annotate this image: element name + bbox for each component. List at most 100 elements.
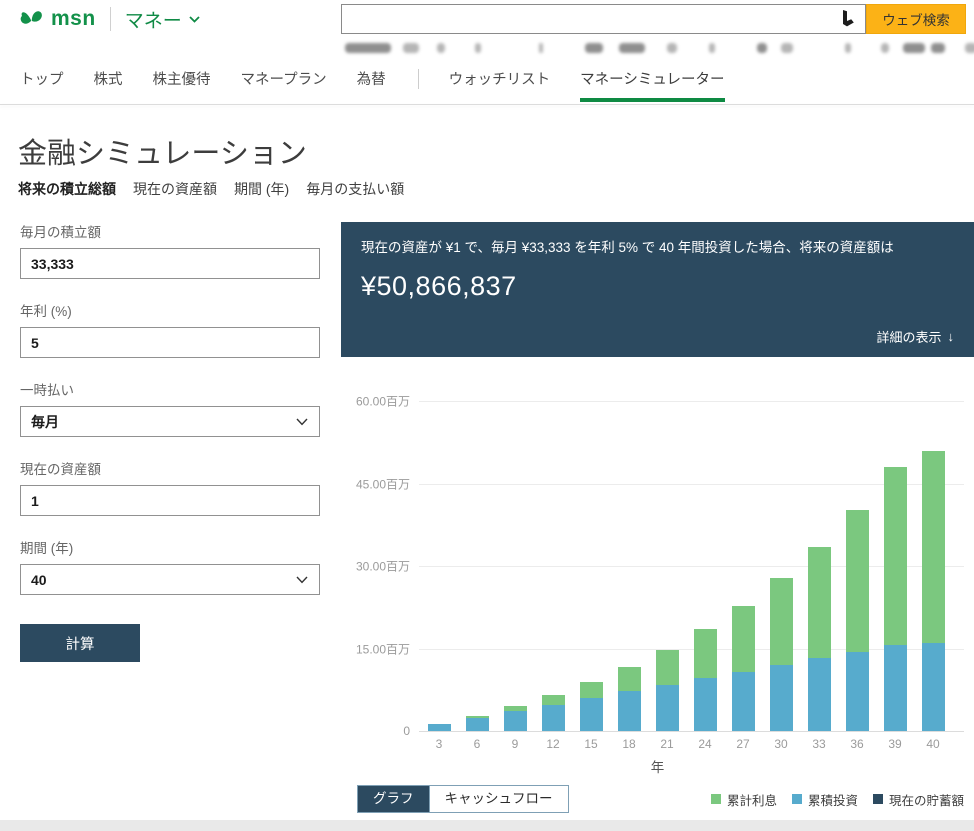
bar-year-39[interactable] (884, 467, 907, 731)
bar-year-9[interactable] (504, 706, 527, 731)
bar-year-40[interactable] (922, 451, 945, 731)
nav-item-5[interactable]: 為替 (357, 68, 386, 102)
bar-year-27[interactable] (732, 606, 755, 731)
gridline (419, 731, 964, 732)
bar-segment (884, 467, 907, 645)
x-axis-tick-label: 9 (495, 737, 535, 751)
simulation-input-form: 毎月の積立額年利 (%)一時払い毎月現在の資産額期間 (年)40計算 (20, 221, 320, 662)
subtab-1[interactable]: 将来の積立総額 (18, 179, 116, 199)
bar-segment (884, 645, 907, 731)
chart-tab-2[interactable]: キャッシュフロー (429, 786, 568, 812)
x-axis-tick-label: 40 (913, 737, 953, 751)
bar-segment (922, 451, 945, 643)
bar-year-33[interactable] (808, 547, 831, 731)
payment-frequency-label: 一時払い (20, 379, 320, 399)
bar-segment (846, 652, 869, 731)
bar-year-15[interactable] (580, 682, 603, 731)
y-axis-tick-label: 30.00百万 (356, 558, 410, 575)
result-summary: 現在の資産が ¥1 で、毎月 ¥33,333 を年利 5% で 40 年間投資し… (361, 239, 954, 258)
form-group-term-years: 期間 (年)40 (20, 537, 320, 595)
legend-label: 累積投資 (808, 790, 858, 809)
msn-butterfly-icon (18, 6, 45, 32)
nav-item-6[interactable]: ウォッチリスト (449, 68, 551, 102)
chevron-down-icon (189, 16, 200, 23)
bar-segment (922, 643, 945, 731)
nav-divider-line (0, 104, 974, 105)
bar-year-30[interactable] (770, 578, 793, 731)
chart-footer: グラフキャッシュフロー 累計利息 累積投資 現在の貯蓄額 (357, 785, 964, 813)
bar-year-21[interactable] (656, 650, 679, 731)
chart-tab-1[interactable]: グラフ (358, 786, 429, 812)
chevron-down-icon (296, 418, 308, 426)
annual-rate-input[interactable] (20, 327, 320, 358)
payment-frequency-select[interactable]: 毎月 (20, 406, 320, 437)
bar-segment (656, 685, 679, 731)
nav-item-3[interactable]: 株主優待 (153, 68, 211, 102)
nav-item-4[interactable]: マネープラン (241, 68, 327, 102)
channel-menu[interactable]: マネー (125, 6, 200, 33)
bar-segment (504, 711, 527, 731)
gridline (419, 401, 964, 402)
x-axis-tick-label: 3 (419, 737, 459, 751)
simulation-subtabs: 将来の積立総額現在の資産額期間 (年) 毎月の支払い額 (18, 179, 404, 199)
details-label: 詳細の表示 (876, 327, 941, 346)
x-axis-tick-label: 36 (837, 737, 877, 751)
bar-year-18[interactable] (618, 667, 641, 731)
chart-view-tabs: グラフキャッシュフロー (357, 785, 569, 813)
legend-swatch (873, 794, 883, 804)
monthly-deposit-label: 毎月の積立額 (20, 221, 320, 241)
web-search-button[interactable]: ウェブ検索 (866, 4, 966, 34)
bar-year-3[interactable] (428, 724, 451, 731)
subtab-3[interactable]: 期間 (年) (234, 179, 289, 199)
form-group-annual-rate: 年利 (%) (20, 300, 320, 358)
x-axis-tick-label: 18 (609, 737, 649, 751)
search-input[interactable] (342, 5, 838, 33)
subtab-2[interactable]: 現在の資産額 (133, 179, 217, 199)
subtab-4[interactable]: 毎月の支払い額 (306, 179, 404, 199)
legend-label: 累計利息 (727, 790, 777, 809)
bar-year-36[interactable] (846, 510, 869, 731)
bar-year-6[interactable] (466, 716, 489, 731)
nav-item-7[interactable]: マネーシミュレーター (580, 68, 724, 102)
result-panel: 現在の資産が ¥1 で、毎月 ¥33,333 を年利 5% で 40 年間投資し… (341, 222, 974, 357)
y-axis-tick-label: 60.00百万 (356, 393, 410, 410)
legend-item: 現在の貯蓄額 (873, 790, 964, 809)
gridline (419, 649, 964, 650)
x-axis-title: 年 (341, 756, 974, 776)
details-toggle[interactable]: 詳細の表示 ↓ (876, 327, 954, 346)
bar-segment (808, 547, 831, 659)
legend-label: 現在の貯蓄額 (889, 790, 964, 809)
form-group-monthly-deposit: 毎月の積立額 (20, 221, 320, 279)
nav-item-1[interactable]: トップ (20, 68, 64, 102)
bar-segment (694, 629, 717, 678)
bar-segment (732, 606, 755, 672)
term-years-select[interactable]: 40 (20, 564, 320, 595)
x-axis-tick-label: 33 (799, 737, 839, 751)
calculate-button[interactable]: 計算 (20, 624, 140, 662)
bar-segment (808, 658, 831, 731)
x-axis-tick-label: 21 (647, 737, 687, 751)
bar-year-12[interactable] (542, 695, 565, 731)
top-header: msn マネー ウェブ検索 (0, 0, 974, 38)
bar-segment (542, 705, 565, 731)
x-axis-tick-label: 27 (723, 737, 763, 751)
bar-year-24[interactable] (694, 629, 717, 731)
search-area: ウェブ検索 (341, 4, 966, 34)
monthly-deposit-input[interactable] (20, 248, 320, 279)
bing-icon (838, 9, 858, 29)
x-axis-tick-label: 30 (761, 737, 801, 751)
bar-segment (618, 667, 641, 691)
bar-segment (656, 650, 679, 685)
bar-segment (428, 724, 451, 731)
arrow-down-icon: ↓ (948, 329, 955, 344)
legend-swatch (792, 794, 802, 804)
chevron-down-icon (296, 576, 308, 584)
current-assets-input[interactable] (20, 485, 320, 516)
form-group-payment-frequency: 一時払い毎月 (20, 379, 320, 437)
y-axis-tick-label: 15.00百万 (356, 640, 410, 657)
nav-item-2[interactable]: 株式 (94, 68, 123, 102)
x-axis-tick-label: 15 (571, 737, 611, 751)
brand-divider (110, 7, 111, 31)
obscured-breadcrumb-text (345, 41, 965, 55)
annual-rate-label: 年利 (%) (20, 300, 320, 320)
